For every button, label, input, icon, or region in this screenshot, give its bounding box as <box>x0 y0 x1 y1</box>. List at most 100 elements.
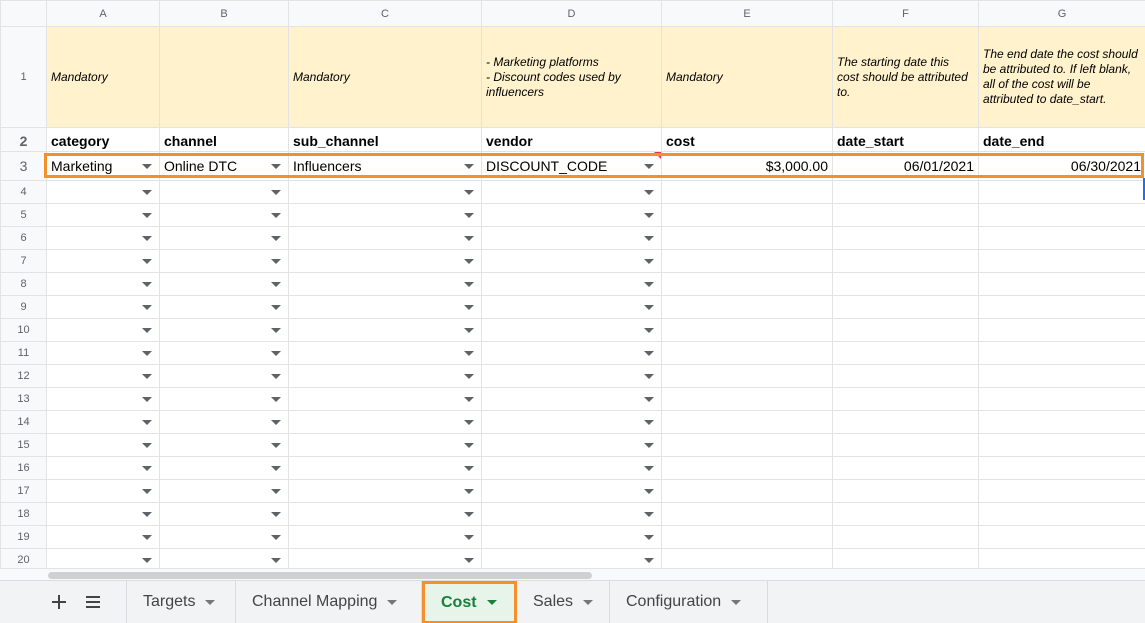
dropdown-arrow-icon[interactable] <box>464 443 474 448</box>
dropdown-cell[interactable] <box>481 387 662 411</box>
cell-channel-dropdown[interactable]: Online DTC <box>159 151 289 181</box>
dropdown-cell[interactable] <box>288 180 482 204</box>
dropdown-arrow-icon[interactable] <box>142 305 152 310</box>
dropdown-cell[interactable] <box>46 226 160 250</box>
cell[interactable] <box>661 318 833 342</box>
dropdown-cell[interactable] <box>481 525 662 549</box>
dropdown-cell[interactable] <box>288 479 482 503</box>
dropdown-arrow-icon[interactable] <box>464 164 474 169</box>
dropdown-arrow-icon[interactable] <box>142 489 152 494</box>
dropdown-cell[interactable] <box>159 341 289 365</box>
dropdown-cell[interactable] <box>159 203 289 227</box>
cell[interactable] <box>832 180 979 204</box>
dropdown-arrow-icon[interactable] <box>142 535 152 540</box>
dropdown-cell[interactable] <box>46 433 160 457</box>
tab-channel-mapping[interactable]: Channel Mapping <box>236 581 422 623</box>
dropdown-cell[interactable] <box>46 180 160 204</box>
dropdown-cell[interactable] <box>288 226 482 250</box>
dropdown-cell[interactable] <box>481 479 662 503</box>
dropdown-cell[interactable] <box>46 203 160 227</box>
dropdown-arrow-icon[interactable] <box>271 535 281 540</box>
dropdown-cell[interactable] <box>46 364 160 388</box>
row-header[interactable]: 10 <box>0 318 47 342</box>
dropdown-arrow-icon[interactable] <box>464 558 474 563</box>
dropdown-arrow-icon[interactable] <box>644 190 654 195</box>
dropdown-cell[interactable] <box>288 203 482 227</box>
dropdown-cell[interactable] <box>288 387 482 411</box>
dropdown-arrow-icon[interactable] <box>142 236 152 241</box>
dropdown-cell[interactable] <box>288 548 482 568</box>
cell[interactable] <box>832 502 979 526</box>
cell[interactable] <box>661 364 833 388</box>
dropdown-cell[interactable] <box>288 502 482 526</box>
list-icon[interactable] <box>80 589 106 615</box>
dropdown-arrow-icon[interactable] <box>644 305 654 310</box>
dropdown-arrow-icon[interactable] <box>644 259 654 264</box>
cell[interactable] <box>978 272 1145 296</box>
cell[interactable] <box>832 548 979 568</box>
dropdown-cell[interactable] <box>288 341 482 365</box>
cell[interactable] <box>661 272 833 296</box>
cell[interactable] <box>978 410 1145 434</box>
dropdown-cell[interactable] <box>159 364 289 388</box>
note-cell-e[interactable]: Mandatory <box>661 26 833 128</box>
header-cell-channel[interactable]: channel <box>159 127 289 152</box>
column-header-c[interactable]: C <box>288 0 482 27</box>
dropdown-cell[interactable] <box>481 548 662 568</box>
cell[interactable] <box>978 341 1145 365</box>
dropdown-arrow-icon[interactable] <box>271 374 281 379</box>
dropdown-arrow-icon[interactable] <box>464 535 474 540</box>
dropdown-cell[interactable] <box>288 410 482 434</box>
dropdown-cell[interactable] <box>481 203 662 227</box>
dropdown-arrow-icon[interactable] <box>644 489 654 494</box>
dropdown-arrow-icon[interactable] <box>142 190 152 195</box>
row-header[interactable]: 6 <box>0 226 47 250</box>
cell[interactable] <box>661 341 833 365</box>
dropdown-arrow-icon[interactable] <box>644 374 654 379</box>
column-header-b[interactable]: B <box>159 0 289 27</box>
dropdown-arrow-icon[interactable] <box>644 282 654 287</box>
dropdown-arrow-icon[interactable] <box>271 328 281 333</box>
chevron-down-icon[interactable] <box>731 599 742 605</box>
note-cell-b[interactable] <box>159 26 289 128</box>
plus-icon[interactable] <box>46 589 72 615</box>
dropdown-arrow-icon[interactable] <box>464 259 474 264</box>
dropdown-cell[interactable] <box>159 272 289 296</box>
row-header[interactable]: 13 <box>0 387 47 411</box>
dropdown-arrow-icon[interactable] <box>142 420 152 425</box>
dropdown-arrow-icon[interactable] <box>142 374 152 379</box>
dropdown-arrow-icon[interactable] <box>464 305 474 310</box>
chevron-down-icon[interactable] <box>486 600 497 605</box>
dropdown-arrow-icon[interactable] <box>142 213 152 218</box>
cell[interactable] <box>661 226 833 250</box>
dropdown-cell[interactable] <box>481 433 662 457</box>
dropdown-cell[interactable] <box>46 272 160 296</box>
dropdown-arrow-icon[interactable] <box>142 351 152 356</box>
column-header-d[interactable]: D <box>481 0 662 27</box>
dropdown-cell[interactable] <box>46 502 160 526</box>
cell[interactable] <box>832 479 979 503</box>
dropdown-cell[interactable] <box>481 318 662 342</box>
cell[interactable] <box>978 318 1145 342</box>
cell[interactable] <box>832 456 979 480</box>
dropdown-arrow-icon[interactable] <box>644 236 654 241</box>
dropdown-cell[interactable] <box>46 456 160 480</box>
dropdown-cell[interactable] <box>481 364 662 388</box>
header-cell-vendor[interactable]: vendor <box>481 127 662 152</box>
cell[interactable] <box>832 226 979 250</box>
cell[interactable] <box>978 502 1145 526</box>
row-header[interactable]: 18 <box>0 502 47 526</box>
row-header[interactable]: 12 <box>0 364 47 388</box>
cell[interactable] <box>832 433 979 457</box>
dropdown-arrow-icon[interactable] <box>142 259 152 264</box>
row-header[interactable]: 20 <box>0 548 47 568</box>
note-cell-g[interactable]: The end date the cost should be attribut… <box>978 26 1145 128</box>
dropdown-arrow-icon[interactable] <box>464 420 474 425</box>
dropdown-arrow-icon[interactable] <box>271 305 281 310</box>
dropdown-arrow-icon[interactable] <box>464 190 474 195</box>
row-header[interactable]: 16 <box>0 456 47 480</box>
dropdown-arrow-icon[interactable] <box>464 374 474 379</box>
dropdown-arrow-icon[interactable] <box>142 164 152 169</box>
dropdown-arrow-icon[interactable] <box>644 164 654 169</box>
cell[interactable] <box>832 318 979 342</box>
